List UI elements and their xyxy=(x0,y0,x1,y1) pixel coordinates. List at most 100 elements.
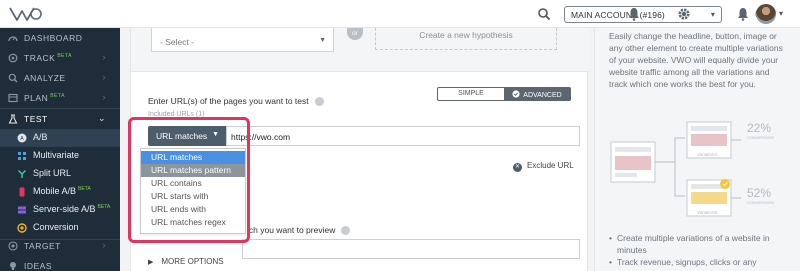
menu-item-url-matches-regex[interactable]: URL matches regex xyxy=(141,216,245,229)
exclude-url-button[interactable]: ✕ Exclude URL xyxy=(513,161,574,172)
split-url-icon xyxy=(18,170,26,178)
sidebar-subitem-label: Server-side A/B xyxy=(33,204,96,214)
variation-b-stat-label: CONVERSION xyxy=(747,200,774,205)
sidebar-subitem-label: Conversion xyxy=(33,222,79,232)
sidebar-item-label: TEST xyxy=(24,114,48,124)
more-options-toggle[interactable]: ▶ MORE OPTIONS xyxy=(148,257,224,266)
url-question-text: Enter URL(s) of the pages you want to te… xyxy=(148,96,309,106)
hypothesis-select[interactable]: - Select - ▼ xyxy=(151,28,334,52)
search-icon[interactable] xyxy=(537,7,551,21)
variation-b-label: VariationB xyxy=(697,210,718,215)
included-urls-label: Included URLs (1) xyxy=(148,111,205,118)
chevron-down-icon[interactable]: ▾ xyxy=(779,9,783,18)
sidebar-item-plan[interactable]: PLAN BETA › xyxy=(0,88,120,108)
advanced-mode-button[interactable]: ADVANCED xyxy=(504,88,570,100)
sidebar-item-test[interactable]: TEST ⌄ xyxy=(0,109,120,129)
sidebar-subitem-label: Split URL xyxy=(33,168,72,178)
sidebar-item-label: ANALYZE xyxy=(24,73,66,83)
sidebar-subitem-mobile-ab[interactable]: Mobile A/B BETA xyxy=(0,183,120,201)
sidebar-subitem-multivariate[interactable]: Multivariate xyxy=(0,147,120,165)
info-panel: Easily change the headline, button, imag… xyxy=(594,28,800,271)
url-match-type-menu: URL matches URL matches pattern URL cont… xyxy=(140,148,246,234)
sidebar: DASHBOARD TRACK BETA › ANALYZE › PLAN BETA… xyxy=(0,28,120,271)
caret-right-icon: ▶ xyxy=(148,259,154,266)
preview-url-input[interactable] xyxy=(242,239,580,259)
sidebar-item-label: IDEAS xyxy=(24,261,53,271)
avatar[interactable] xyxy=(756,4,776,24)
chevron-right-icon: › xyxy=(102,240,106,250)
beta-badge: BETA xyxy=(97,204,111,210)
menu-item-url-matches-pattern[interactable]: URL matches pattern xyxy=(141,164,245,177)
variation-a-stat-label: CONVERSION xyxy=(747,135,774,140)
url-input-value: https://vwo.com xyxy=(231,132,291,142)
sidebar-subitem-ab[interactable]: A A/B xyxy=(0,129,120,147)
url-match-type-dropdown[interactable]: URL matches ▼ xyxy=(148,126,226,146)
sidebar-subitem-split-url[interactable]: Split URL xyxy=(0,165,120,183)
url-question-label: Enter URL(s) of the pages you want to te… xyxy=(148,96,324,107)
sidebar-item-target[interactable]: TARGET › xyxy=(0,236,120,256)
chevron-down-icon: ▼ xyxy=(212,131,219,138)
feature-list: Create multiple variations of a website … xyxy=(609,232,791,268)
sidebar-item-analyze[interactable]: ANALYZE › xyxy=(0,68,120,88)
url-input[interactable]: https://vwo.com xyxy=(226,126,580,146)
sidebar-item-label: TRACK xyxy=(24,53,56,63)
bell-icon[interactable] xyxy=(626,6,642,22)
sidebar-item-label: DASHBOARD xyxy=(24,33,83,43)
preview-url-label: ich you want to preview xyxy=(247,225,351,236)
chevron-right-icon: › xyxy=(102,52,106,62)
info-icon[interactable] xyxy=(341,226,351,236)
create-hypothesis-button[interactable]: Create a new hypothesis xyxy=(375,28,557,50)
variation-a-label: VariationA xyxy=(697,152,718,157)
conversion-icon xyxy=(17,223,27,233)
gear-icon[interactable] xyxy=(676,6,692,22)
plan-icon xyxy=(8,93,18,103)
list-item: Track revenue, signups, clicks or any xyxy=(609,256,791,268)
check-circle-icon xyxy=(512,90,520,98)
dashboard-icon xyxy=(8,36,18,42)
chevron-right-icon: › xyxy=(102,92,106,102)
vwo-logo[interactable] xyxy=(8,5,42,23)
test-icon xyxy=(8,114,18,124)
advanced-mode-label: ADVANCED xyxy=(523,92,562,99)
sidebar-item-track[interactable]: TRACK BETA › xyxy=(0,48,120,68)
sidebar-item-ideas[interactable]: IDEAS xyxy=(0,256,120,271)
menu-item-url-contains[interactable]: URL contains xyxy=(141,177,245,190)
bell-icon[interactable] xyxy=(735,6,751,22)
menu-item-url-ends-with[interactable]: URL ends with xyxy=(141,203,245,216)
svg-text:A: A xyxy=(20,136,24,142)
list-item: Create multiple variations of a website … xyxy=(609,232,791,256)
ab-icon: A xyxy=(17,133,27,143)
exclude-url-label: Exclude URL xyxy=(527,161,574,170)
sidebar-item-dashboard[interactable]: DASHBOARD xyxy=(0,28,120,48)
close-icon: ✕ xyxy=(513,163,522,172)
or-badge: or xyxy=(347,28,363,40)
sidebar-item-label: TARGET xyxy=(24,241,61,251)
variation-a-stat: 22% xyxy=(747,121,772,135)
chevron-down-icon: ▾ xyxy=(710,10,715,19)
more-options-label: MORE OPTIONS xyxy=(161,257,224,266)
target-icon xyxy=(8,241,18,251)
sidebar-subitem-label: Mobile A/B xyxy=(33,186,77,196)
analyze-icon xyxy=(8,73,18,83)
beta-badge: BETA xyxy=(78,186,91,192)
account-label: MAIN ACCOUNT (#196) xyxy=(571,10,665,20)
mobile-icon xyxy=(19,187,25,197)
preview-url-text: ich you want to preview xyxy=(247,225,336,235)
sidebar-subitem-label: A/B xyxy=(33,132,48,142)
chevron-down-icon: ⌄ xyxy=(97,113,106,123)
sidebar-subitem-conversion[interactable]: Conversion xyxy=(0,219,120,237)
variation-b-stat: 52% xyxy=(747,186,772,200)
server-icon xyxy=(18,206,26,214)
sidebar-subitem-server-side[interactable]: Server-side A/B BETA xyxy=(0,201,120,219)
info-description: Easily change the headline, button, imag… xyxy=(609,31,783,89)
menu-item-url-matches[interactable]: URL matches xyxy=(141,151,245,164)
url-mode-toggle: SIMPLE ADVANCED xyxy=(437,87,571,101)
sidebar-subitem-label: Multivariate xyxy=(33,150,80,160)
account-selector[interactable]: MAIN ACCOUNT (#196) ▾ xyxy=(564,6,722,23)
info-icon[interactable] xyxy=(314,97,324,107)
beta-badge: BETA xyxy=(57,53,73,60)
simple-mode-button[interactable]: SIMPLE xyxy=(438,88,504,100)
chevron-down-icon: ▼ xyxy=(319,37,326,44)
sidebar-item-label: PLAN xyxy=(24,93,49,103)
menu-item-url-starts-with[interactable]: URL starts with xyxy=(141,190,245,203)
